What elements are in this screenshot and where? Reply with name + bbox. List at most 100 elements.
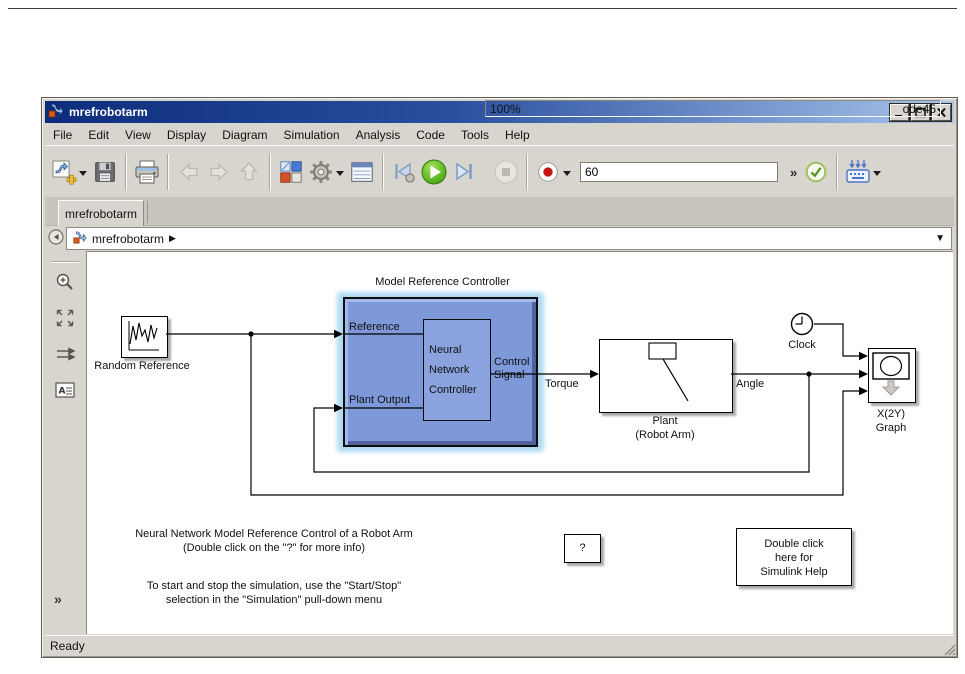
gear-icon — [310, 161, 332, 183]
help-block-line3: Simulink Help — [760, 566, 828, 578]
breadcrumb-caret[interactable]: ▶ — [169, 233, 176, 244]
simulink-help-block[interactable]: Double click here for Simulink Help — [736, 528, 852, 586]
menu-display[interactable]: Display — [159, 126, 214, 144]
breadcrumb-row: mrefrobotarm ▶ ▼ — [45, 225, 954, 251]
breadcrumb[interactable]: mrefrobotarm ▶ ▼ — [66, 227, 952, 250]
record-icon — [538, 162, 558, 182]
breadcrumb-model-icon — [73, 230, 87, 247]
annotation2-line2: selection in the "Simulation" pull-down … — [165, 594, 383, 606]
simulation-stop-time-input[interactable] — [580, 162, 778, 182]
toolbar-separator — [836, 154, 839, 190]
menu-view[interactable]: View — [117, 126, 159, 144]
model-canvas[interactable]: Random Reference Model Reference Control… — [86, 251, 953, 634]
nn-label-line2: Network — [429, 364, 470, 376]
record-dropdown[interactable] — [563, 171, 571, 180]
keyboard-shortcuts-dropdown[interactable] — [873, 171, 882, 180]
model-configuration-button[interactable] — [347, 157, 377, 187]
control-label-line2: Signal — [494, 369, 525, 381]
resize-grip[interactable] — [942, 642, 956, 656]
palette-sidebar: A » — [45, 251, 86, 634]
route-signals-button[interactable] — [54, 343, 76, 365]
stop-button[interactable] — [491, 157, 521, 187]
svg-text:A: A — [59, 387, 66, 397]
random-reference-label: Random Reference — [94, 360, 190, 372]
hide-explorer-bar-button[interactable] — [47, 228, 65, 246]
navigate-forward-button[interactable] — [204, 157, 234, 187]
zoom-in-button[interactable] — [54, 271, 76, 293]
navigate-up-icon — [239, 162, 259, 181]
new-model-button[interactable] — [49, 157, 79, 187]
tab-divider — [147, 201, 148, 223]
hide-explorer-bar-icon — [48, 229, 64, 245]
menu-simulation[interactable]: Simulation — [276, 126, 348, 144]
controller-input-plant-output-label: Plant Output — [349, 394, 411, 406]
navigate-up-button[interactable] — [234, 157, 264, 187]
menu-analysis[interactable]: Analysis — [348, 126, 409, 144]
navigate-back-button[interactable] — [174, 157, 204, 187]
print-button[interactable] — [132, 157, 162, 187]
xy-graph-icon — [872, 352, 910, 396]
plant-label-line2: (Robot Arm) — [635, 429, 695, 441]
annotation2-line1: To start and stop the simulation, use th… — [146, 580, 402, 592]
menu-file[interactable]: File — [45, 126, 80, 144]
menu-code[interactable]: Code — [408, 126, 453, 144]
controller-title: Model Reference Controller — [375, 276, 510, 288]
controller-output-label: Control Signal — [494, 356, 529, 382]
save-button[interactable] — [90, 157, 120, 187]
status-text: Ready — [50, 638, 85, 653]
model-settings-dropdown[interactable] — [336, 171, 344, 180]
model-description-annotation: Neural Network Model Reference Control o… — [124, 527, 424, 555]
window-title: mrefrobotarm — [69, 105, 148, 119]
toolbar-separator — [125, 154, 127, 190]
menu-tools[interactable]: Tools — [453, 126, 497, 144]
random-reference-block[interactable] — [121, 316, 168, 358]
record-button[interactable] — [533, 157, 563, 187]
keyboard-shortcuts-icon — [846, 160, 870, 183]
clock-block[interactable] — [790, 312, 814, 336]
xy-graph-block[interactable] — [868, 348, 916, 403]
run-button[interactable] — [419, 157, 449, 187]
navigate-back-icon — [180, 162, 198, 182]
breadcrumb-model-name[interactable]: mrefrobotarm — [92, 232, 164, 246]
breadcrumb-dropdown[interactable]: ▼ — [935, 233, 945, 244]
plant-block[interactable] — [599, 339, 733, 413]
simulink-model-icon — [48, 102, 64, 123]
zoom-level: 100% — [490, 101, 521, 116]
toolbar: » — [45, 145, 954, 199]
nn-label-line1: Neural — [429, 344, 462, 356]
plant-label-line1: Plant — [652, 415, 678, 427]
zoom-in-icon — [56, 273, 73, 290]
angle-signal-label: Angle — [736, 378, 765, 390]
model-settings-button[interactable] — [306, 157, 336, 187]
annotation-button[interactable]: A — [54, 379, 76, 401]
toolbar-overflow-chevron[interactable]: » — [790, 165, 797, 180]
step-back-button[interactable] — [389, 157, 419, 187]
library-browser-button[interactable] — [276, 157, 306, 187]
run-icon — [421, 159, 447, 185]
menu-help[interactable]: Help — [497, 126, 538, 144]
tab-mrefrobotarm[interactable]: mrefrobotarm — [58, 200, 144, 226]
menu-diagram[interactable]: Diagram — [214, 126, 275, 144]
keyboard-shortcuts-button[interactable] — [843, 157, 873, 187]
torque-signal-label: Torque — [545, 378, 579, 390]
tab-bar: mrefrobotarm — [45, 197, 954, 226]
annotation-icon: A — [55, 382, 75, 398]
palette-expand-chevron[interactable]: » — [54, 591, 62, 607]
controller-input-reference-label: Reference — [349, 321, 400, 333]
nn-label-line3: Controller — [429, 384, 477, 396]
model-configuration-icon — [351, 162, 373, 182]
navigate-forward-icon — [210, 162, 228, 182]
more-info-block[interactable]: ? — [564, 534, 601, 563]
step-forward-button[interactable] — [449, 157, 479, 187]
fit-to-view-button[interactable] — [54, 307, 76, 329]
help-block-line1: Double click — [764, 538, 824, 550]
save-icon — [95, 162, 115, 182]
new-model-dropdown[interactable] — [79, 171, 87, 180]
menu-edit[interactable]: Edit — [80, 126, 117, 144]
neural-network-controller-block[interactable]: Neural Network Controller — [423, 319, 491, 421]
validate-button[interactable] — [801, 157, 831, 187]
xy-graph-label-line1: X(2Y) — [876, 408, 906, 420]
control-label-line1: Control — [494, 356, 530, 368]
status-bar: Ready — [45, 635, 954, 655]
robot-arm-icon — [648, 342, 689, 402]
